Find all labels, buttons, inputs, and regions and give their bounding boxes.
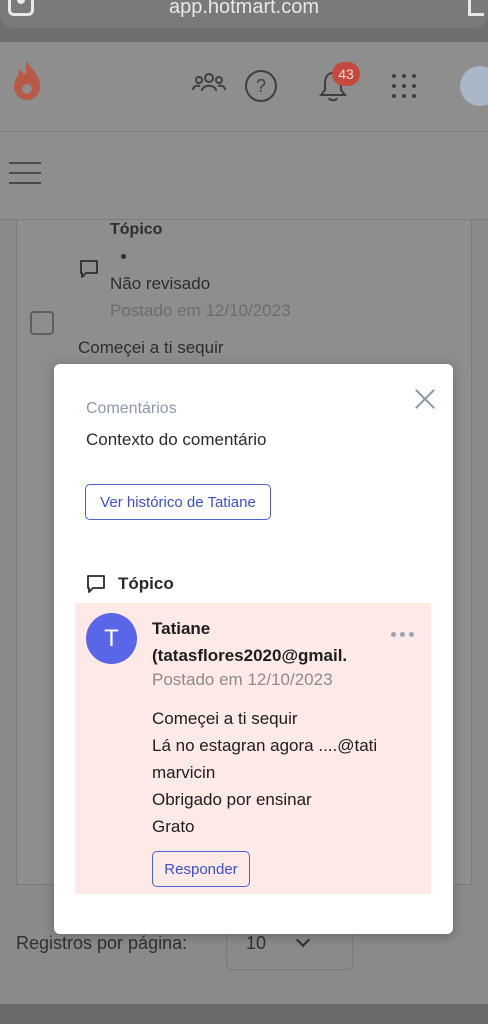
people-icon[interactable] xyxy=(192,70,226,94)
browser-bar: app.hotmart.com xyxy=(0,0,488,42)
hamburger-menu-icon[interactable] xyxy=(9,162,41,186)
share-icon[interactable] xyxy=(468,0,484,16)
comment-icon xyxy=(80,260,98,278)
author-avatar: T xyxy=(86,613,137,664)
review-status: Não revisado xyxy=(110,274,211,293)
pager-label: Registros por página: xyxy=(16,933,188,953)
hotmart-logo-icon[interactable] xyxy=(10,59,44,105)
browser-bottom-bar xyxy=(0,1004,488,1024)
comments-modal: Comentários Contexto do comentário Ver h… xyxy=(54,364,453,934)
comment-date: Postado em 12/10/2023 xyxy=(152,670,333,689)
topic-label: Tópico xyxy=(118,574,174,593)
url-text[interactable]: app.hotmart.com xyxy=(0,0,488,19)
reply-button[interactable]: Responder xyxy=(152,851,250,887)
modal-subtitle: Contexto do comentário xyxy=(86,430,267,449)
comment-line: marvicin xyxy=(152,763,216,782)
bullet-dot xyxy=(121,254,126,259)
comment-line: Obrigado por ensinar xyxy=(152,790,312,809)
bg-posted-date: Postado em 12/10/2023 xyxy=(110,301,291,320)
comment-body: Começei a ti sequir Lá no estagran agora… xyxy=(152,705,377,840)
bg-topic-label: Tópico xyxy=(110,221,163,238)
view-history-button[interactable]: Ver histórico de Tatiane xyxy=(85,484,271,520)
author-name-line: Tatiane xyxy=(152,619,211,638)
page-size-value: 10 xyxy=(246,933,267,953)
user-avatar[interactable] xyxy=(460,66,488,106)
app-header: ? 43 xyxy=(0,42,488,132)
close-icon[interactable] xyxy=(414,388,436,410)
notification-badge[interactable]: 43 xyxy=(332,62,360,86)
comment-line: Lá no estagran agora ....@tati xyxy=(152,736,378,755)
author-email-line: (tatasflores2020@gmail. xyxy=(152,646,348,665)
comment-line: Começei a ti sequir xyxy=(152,709,298,728)
comment-icon xyxy=(87,575,105,593)
author-name: Tatiane (tatasflores2020@gmail. xyxy=(152,615,372,669)
apps-grid-icon[interactable] xyxy=(392,74,416,98)
comment-line: Grato xyxy=(152,817,195,836)
modal-title: Comentários xyxy=(86,400,177,417)
comment-card: T Tatiane (tatasflores2020@gmail. Postad… xyxy=(75,603,431,894)
address-bar[interactable]: app.hotmart.com xyxy=(0,0,488,28)
bg-comment-preview[interactable]: Começei a ti sequir xyxy=(78,338,224,358)
subheader xyxy=(0,132,488,220)
help-icon[interactable]: ? xyxy=(245,70,277,102)
more-options-icon[interactable] xyxy=(391,632,415,638)
row-checkbox[interactable] xyxy=(30,311,54,335)
